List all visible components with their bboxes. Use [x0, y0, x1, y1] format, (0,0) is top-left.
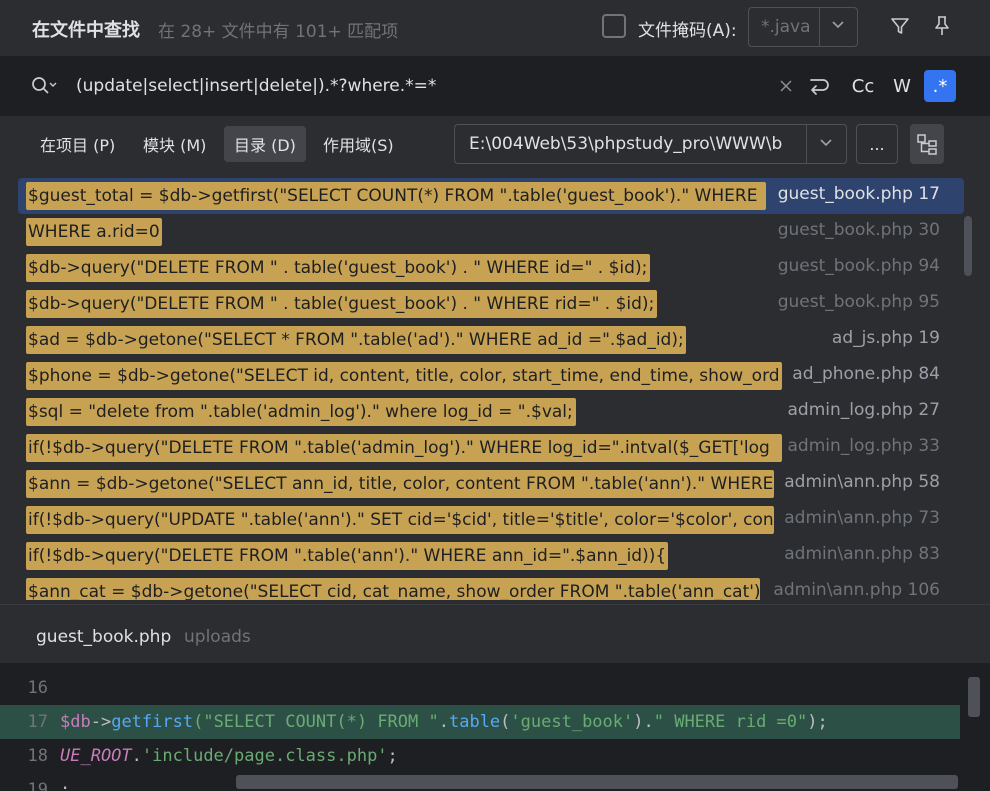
result-file: admin\ann.php 106: [767, 580, 940, 600]
line-number: 18: [27, 746, 48, 766]
result-row[interactable]: $phone = $db->getone("SELECT id, content…: [18, 358, 964, 394]
result-file: admin\ann.php 73: [778, 508, 940, 528]
result-match-text: $sql = "delete from ".table('admin_log')…: [26, 398, 576, 426]
clear-search-icon[interactable]: [772, 70, 800, 102]
chevron-down-icon[interactable]: [819, 134, 833, 153]
result-row[interactable]: $guest_total = $db->getfirst("SELECT COU…: [18, 178, 964, 214]
search-input[interactable]: [76, 72, 756, 100]
result-row[interactable]: $ad = $db->getone("SELECT * FROM ".table…: [18, 322, 964, 358]
result-match-text: if(!$db->query("UPDATE ".table('ann')." …: [26, 506, 774, 534]
result-match-text: $phone = $db->getone("SELECT id, content…: [26, 362, 782, 390]
result-match-text: if(!$db->query("DELETE FROM ".table('adm…: [26, 434, 782, 462]
result-row[interactable]: $ann_cat = $db->getone("SELECT cid, cat_…: [18, 574, 964, 600]
result-file: guest_book.php 94: [771, 256, 940, 276]
scope-row: 在项目 (P) 模块 (M) 目录 (D) 作用域(S) E:\004Web\5…: [18, 116, 964, 174]
results-list[interactable]: $guest_total = $db->getfirst("SELECT COU…: [18, 176, 964, 600]
line-number: 16: [27, 678, 48, 698]
pin-icon[interactable]: [928, 12, 956, 40]
browse-directory-button[interactable]: ...: [856, 124, 898, 164]
code-preview[interactable]: 16 17 $db->getfirst("SELECT COUNT(*) FRO…: [0, 663, 990, 791]
directory-dropdown[interactable]: E:\004Web\53\phpstudy_pro\WWW\b: [454, 124, 847, 164]
match-count-summary: 在 28+ 文件中有 101+ 匹配项: [158, 22, 399, 42]
result-file: ad_js.php 19: [825, 328, 940, 348]
result-file: admin\ann.php 58: [778, 472, 940, 492]
line-number: 17: [27, 712, 48, 732]
multiline-toggle-icon[interactable]: [802, 70, 836, 102]
code-line-19: ;: [60, 780, 71, 791]
scope-tab-directory[interactable]: 目录 (D): [224, 126, 306, 162]
filter-icon[interactable]: [886, 12, 914, 40]
result-match-text: $ad = $db->getone("SELECT * FROM ".table…: [26, 326, 686, 354]
code-line-17: $db->getfirst("SELECT COUNT(*) FROM ".ta…: [60, 712, 828, 732]
result-file: admin_log.php 33: [781, 436, 940, 456]
result-row[interactable]: if(!$db->query("UPDATE ".table('ann')." …: [18, 502, 964, 538]
regex-button[interactable]: .*: [924, 70, 956, 102]
result-row[interactable]: $sql = "delete from ".table('admin_log')…: [18, 394, 964, 430]
chevron-down-icon[interactable]: [831, 16, 845, 35]
file-mask-dropdown[interactable]: *.java: [748, 7, 858, 47]
result-match-text: $ann_cat = $db->getone("SELECT cid, cat_…: [26, 578, 760, 600]
dialog-title: 在文件中查找: [32, 20, 140, 41]
scope-tab-module[interactable]: 模块 (M): [133, 126, 216, 162]
line-number: 19: [27, 780, 48, 791]
result-row[interactable]: if(!$db->query("DELETE FROM ".table('ann…: [18, 538, 964, 574]
file-mask-label: 文件掩码(A):: [638, 21, 737, 41]
file-mask-value: *.java: [761, 17, 811, 37]
result-match-text: $db->query("DELETE FROM " . table('guest…: [26, 290, 657, 318]
search-history-icon[interactable]: [30, 74, 60, 98]
code-line-18: UE_ROOT.'include/page.class.php';: [60, 746, 398, 766]
preview-file-name: guest_book.php: [36, 627, 172, 647]
result-file: admin\ann.php 83: [778, 544, 940, 564]
preview-file-dir: uploads: [184, 627, 251, 647]
scope-tab-scope[interactable]: 作用域(S): [313, 126, 404, 162]
search-row: Cc W .*: [0, 56, 990, 116]
preview-header: guest_book.php uploads: [0, 605, 990, 663]
result-file: ad_phone.php 84: [786, 364, 940, 384]
editor-vertical-scrollbar[interactable]: [968, 677, 980, 717]
results-scrollbar[interactable]: [964, 216, 972, 276]
directory-path: E:\004Web\53\phpstudy_pro\WWW\b: [469, 134, 783, 154]
result-match-text: WHERE a.rid=0: [26, 218, 162, 246]
whole-words-button[interactable]: W: [886, 70, 918, 102]
match-case-button[interactable]: Cc: [844, 70, 882, 102]
editor-horizontal-scrollbar[interactable]: [236, 775, 958, 789]
result-match-text: $db->query("DELETE FROM " . table('guest…: [26, 254, 650, 282]
file-mask-checkbox[interactable]: [602, 14, 626, 38]
result-row[interactable]: $db->query("DELETE FROM " . table('guest…: [18, 286, 964, 322]
result-match-text: $guest_total = $db->getfirst("SELECT COU…: [26, 182, 766, 210]
result-row[interactable]: $ann = $db->getone("SELECT ann_id, title…: [18, 466, 964, 502]
result-file: guest_book.php 17: [771, 184, 940, 204]
scope-tab-project[interactable]: 在项目 (P): [30, 126, 125, 162]
recursive-toggle-icon[interactable]: [910, 124, 944, 164]
result-file: guest_book.php 30: [771, 220, 940, 240]
result-row[interactable]: WHERE a.rid=0 guest_book.php 30: [18, 214, 964, 250]
result-match-text: if(!$db->query("DELETE FROM ".table('ann…: [26, 542, 668, 570]
result-file: guest_book.php 95: [771, 292, 940, 312]
result-match-text: $ann = $db->getone("SELECT ann_id, title…: [26, 470, 774, 498]
result-file: admin_log.php 27: [781, 400, 940, 420]
find-in-files-header: 在文件中查找 在 28+ 文件中有 101+ 匹配项 文件掩码(A): *.ja…: [0, 0, 990, 56]
result-row[interactable]: if(!$db->query("DELETE FROM ".table('adm…: [18, 430, 964, 466]
result-row[interactable]: $db->query("DELETE FROM " . table('guest…: [18, 250, 964, 286]
